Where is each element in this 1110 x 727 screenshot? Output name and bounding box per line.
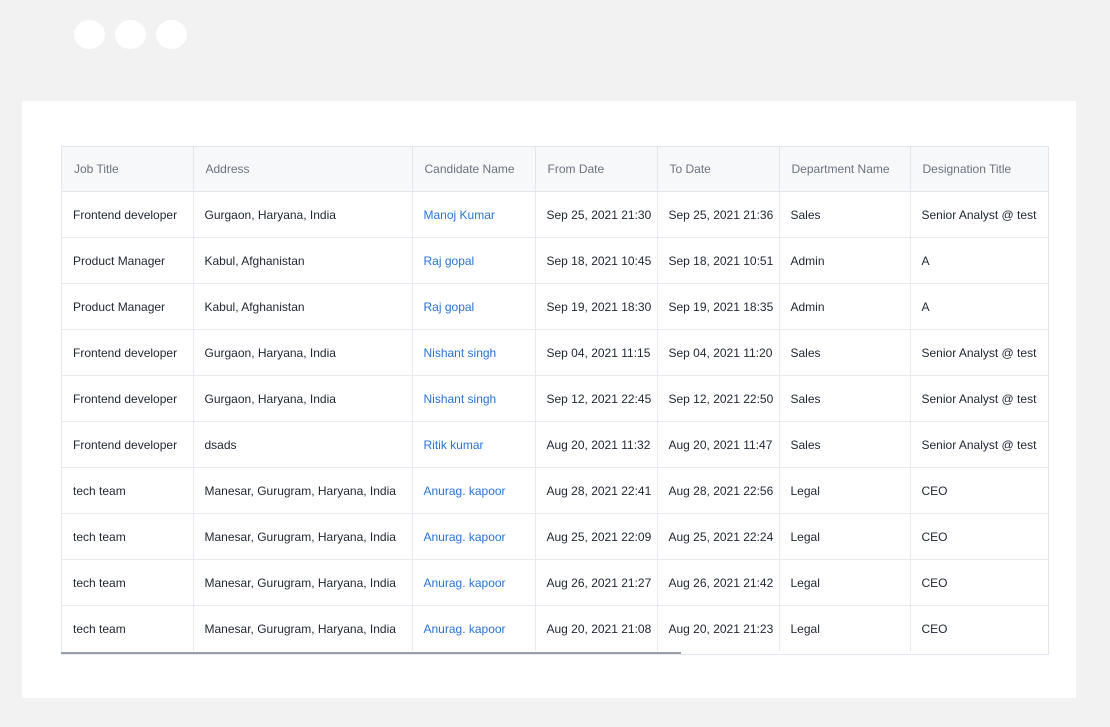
window-dot-3 — [156, 20, 187, 49]
content-panel: Job Title Address Candidate Name From Da… — [22, 101, 1076, 698]
designation-cell: Senior Analyst @ test — [910, 421, 1048, 468]
from-date-cell: Aug 25, 2021 22:09 — [535, 513, 658, 560]
designation-cell: A — [910, 237, 1048, 284]
table-row: Frontend developer Gurgaon, Haryana, Indi… — [62, 375, 1048, 422]
to-date-cell: Sep 18, 2021 10:51 — [657, 237, 780, 284]
table-row: Frontend developer Gurgaon, Haryana, Indi… — [62, 329, 1048, 376]
from-date-cell: Sep 25, 2021 21:30 — [535, 191, 658, 238]
to-date-cell: Aug 20, 2021 21:23 — [657, 605, 780, 651]
table-row: Frontend developer Gurgaon, Haryana, Indi… — [62, 191, 1048, 238]
to-date-cell: Sep 04, 2021 11:20 — [657, 329, 780, 376]
designation-cell: Senior Analyst @ test — [910, 375, 1048, 422]
job-title-cell: tech team — [62, 467, 194, 514]
address-cell: dsads — [193, 421, 413, 468]
to-date-cell: Aug 28, 2021 22:56 — [657, 467, 780, 514]
designation-cell: CEO — [921, 621, 948, 636]
address-cell: Manesar, Gurugram, Haryana, India — [193, 513, 413, 560]
to-date-cell: Sep 12, 2021 22:50 — [657, 375, 780, 422]
designation-cell: CEO — [910, 559, 1048, 606]
job-title-cell: Frontend developer — [62, 421, 194, 468]
candidate-name-link[interactable]: Anurag. kapoor — [412, 559, 536, 606]
department-cell: Admin — [779, 283, 911, 330]
department-cell: Admin — [779, 237, 911, 284]
from-date-cell: Sep 18, 2021 10:45 — [535, 237, 658, 284]
address-cell: Kabul, Afghanistan — [193, 283, 413, 330]
to-date-cell: Sep 25, 2021 21:36 — [657, 191, 780, 238]
horizontal-scrollbar[interactable] — [61, 652, 681, 654]
window-controls — [74, 20, 187, 49]
from-date-cell: Aug 20, 2021 21:08 — [535, 605, 658, 651]
department-cell: Legal — [779, 605, 911, 651]
department-cell: Sales — [779, 191, 911, 238]
department-cell: Legal — [779, 467, 911, 514]
designation-cell: Senior Analyst @ test — [910, 329, 1048, 376]
window-dot-2 — [115, 20, 146, 49]
job-title-cell: Frontend developer — [62, 191, 194, 238]
table-row: tech team Manesar, Gurugram, Haryana, Ind… — [62, 605, 1048, 651]
job-title-cell: tech team — [62, 559, 194, 606]
candidates-table-container: Job Title Address Candidate Name From Da… — [61, 146, 1049, 655]
candidate-name-link[interactable]: Anurag. kapoor — [412, 605, 536, 651]
address-cell: Kabul, Afghanistan — [193, 237, 413, 284]
from-date-cell: Sep 04, 2021 11:15 — [535, 329, 658, 376]
department-cell: Sales — [779, 375, 911, 422]
table-row: Product Manager Kabul, Afghanistan Raj gop… — [62, 283, 1048, 330]
department-cell: Legal — [779, 559, 911, 606]
from-date-cell: Aug 28, 2021 22:41 — [535, 467, 658, 514]
to-date-cell: Aug 26, 2021 21:42 — [657, 559, 780, 606]
department-cell: Sales — [779, 421, 911, 468]
to-date-cell: Sep 19, 2021 18:35 — [657, 283, 780, 330]
address-cell: Gurgaon, Haryana, India — [193, 191, 413, 238]
candidate-name-link[interactable]: Anurag. kapoor — [412, 513, 536, 560]
address-cell: Manesar, Gurugram, Haryana, India — [193, 605, 413, 651]
from-date-cell: Aug 20, 2021 11:32 — [535, 421, 658, 468]
from-date-cell: Aug 26, 2021 21:27 — [535, 559, 658, 606]
from-date-cell: Sep 19, 2021 18:30 — [535, 283, 658, 330]
column-header-from-date[interactable]: From Date — [535, 147, 658, 192]
column-header-candidate-name[interactable]: Candidate Name — [412, 147, 536, 192]
table-header-row: Job Title Address Candidate Name From Da… — [62, 147, 1048, 192]
job-title-cell: Frontend developer — [62, 329, 194, 376]
designation-cell: Senior Analyst @ test — [910, 191, 1048, 238]
column-header-job-title[interactable]: Job Title — [62, 147, 194, 192]
candidate-name-link[interactable]: Manoj Kumar — [412, 191, 536, 238]
column-header-designation-title[interactable]: Designation Title — [910, 147, 1048, 192]
address-cell: Gurgaon, Haryana, India — [193, 329, 413, 376]
job-title-cell: Frontend developer — [62, 375, 194, 422]
table-row: Product Manager Kabul, Afghanistan Raj gop… — [62, 237, 1048, 284]
designation-cell: CEO — [910, 467, 1048, 514]
candidate-name-link[interactable]: Nishant singh — [412, 375, 536, 422]
job-title-cell: Product Manager — [62, 237, 194, 284]
table-row: tech team Manesar, Gurugram, Haryana, Ind… — [62, 559, 1048, 606]
to-date-cell: Aug 25, 2021 22:24 — [657, 513, 780, 560]
table-row: tech team Manesar, Gurugram, Haryana, Ind… — [62, 467, 1048, 514]
candidate-name-link[interactable]: Ritik kumar — [412, 421, 536, 468]
address-cell: Manesar, Gurugram, Haryana, India — [193, 467, 413, 514]
column-header-address[interactable]: Address — [193, 147, 413, 192]
department-cell: Sales — [779, 329, 911, 376]
job-title-cell: Product Manager — [62, 283, 194, 330]
from-date-cell: Sep 12, 2021 22:45 — [535, 375, 658, 422]
candidates-table: Job Title Address Candidate Name From Da… — [62, 147, 1048, 651]
candidate-name-link[interactable]: Anurag. kapoor — [412, 467, 536, 514]
designation-cell: CEO — [910, 513, 1048, 560]
department-cell: Legal — [779, 513, 911, 560]
candidate-name-link[interactable]: Nishant singh — [412, 329, 536, 376]
table-row: tech team Manesar, Gurugram, Haryana, Ind… — [62, 513, 1048, 560]
job-title-cell: tech team — [62, 605, 194, 651]
column-header-department-name[interactable]: Department Name — [779, 147, 911, 192]
address-cell: Manesar, Gurugram, Haryana, India — [193, 559, 413, 606]
to-date-cell: Aug 20, 2021 11:47 — [657, 421, 780, 468]
candidate-name-link[interactable]: Raj gopal — [412, 283, 536, 330]
window-dot-1 — [74, 20, 105, 49]
address-cell: Gurgaon, Haryana, India — [193, 375, 413, 422]
table-row: Frontend developer dsads Ritik kumar Aug 20… — [62, 421, 1048, 468]
designation-cell: A — [910, 283, 1048, 330]
column-header-to-date[interactable]: To Date — [657, 147, 780, 192]
job-title-cell: tech team — [62, 513, 194, 560]
candidate-name-link[interactable]: Raj gopal — [412, 237, 536, 284]
